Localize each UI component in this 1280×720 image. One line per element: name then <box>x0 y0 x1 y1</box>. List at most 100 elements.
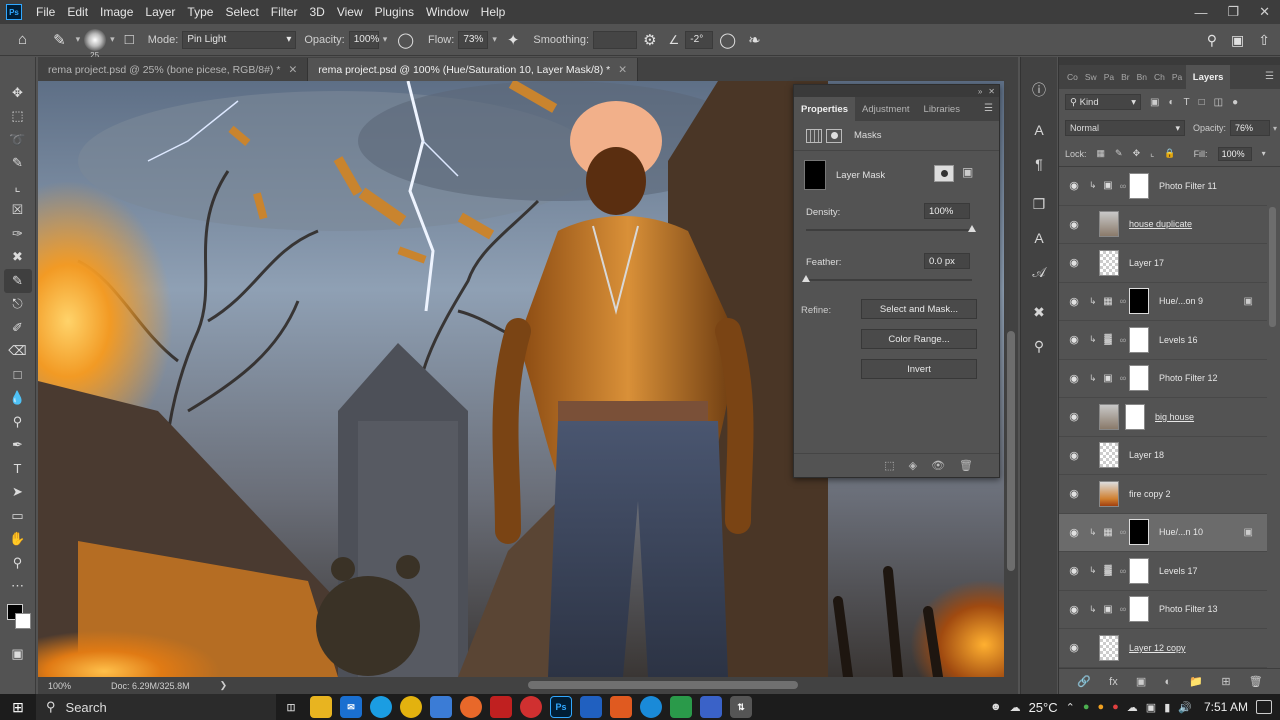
hue-icon[interactable]: ▦ <box>1099 296 1117 307</box>
app-icon[interactable] <box>670 696 692 718</box>
fill-input[interactable]: 100% <box>1217 146 1252 161</box>
layer-thumbnail[interactable] <box>1099 442 1119 469</box>
layer-row[interactable]: ◉ ↳ ▓ ∞ Levels 17 <box>1059 552 1267 591</box>
menu-3d[interactable]: 3D <box>303 5 330 19</box>
gear-icon[interactable]: ⚙ <box>643 31 656 49</box>
layer-thumbnail[interactable] <box>1099 480 1119 507</box>
layer-thumbnail[interactable] <box>1129 288 1149 315</box>
lock-all-icon[interactable]: 🔒 <box>1164 148 1175 159</box>
display-icon[interactable]: ▣ <box>1146 701 1156 714</box>
layers-scrollbar[interactable] <box>1269 207 1276 327</box>
lasso-tool-icon[interactable]: ➰ <box>4 128 32 152</box>
lock-pixels-icon[interactable]: ✎ <box>1115 148 1123 159</box>
network-icon[interactable]: ☁ <box>1127 701 1138 714</box>
camera-icon[interactable]: ▣ <box>1099 180 1117 191</box>
path-select-tool-icon[interactable]: ➤ <box>4 481 32 505</box>
feather-slider-track[interactable] <box>802 275 972 282</box>
vertical-scrollbar[interactable] <box>1007 331 1015 571</box>
layer-row[interactable]: ◉ fire copy 2 <box>1059 475 1267 514</box>
copy-icon[interactable]: ❐ <box>1024 187 1054 221</box>
color-range-button[interactable]: Color Range... <box>861 329 977 349</box>
battery-icon[interactable]: ▮ <box>1164 701 1170 714</box>
tray-app-icon[interactable]: ● <box>1112 701 1119 713</box>
tray-app-icon[interactable]: ● <box>1097 701 1104 713</box>
hand-tool-icon[interactable]: ✋ <box>4 528 32 552</box>
layer-row[interactable]: ◉ ↳ ▦ ∞ Hue/...n 10 ▣ <box>1059 513 1267 552</box>
eye-icon[interactable]: ◉ <box>1059 179 1089 192</box>
new-group-icon[interactable]: 📁 <box>1189 675 1203 688</box>
layer-name[interactable]: Hue/...on 9 <box>1159 296 1203 306</box>
menu-window[interactable]: Window <box>420 5 475 19</box>
opacity-input[interactable]: 100% <box>348 30 379 49</box>
brush-preset-picker[interactable]: 25 <box>84 28 107 60</box>
layer-thumbnail[interactable] <box>1129 519 1149 546</box>
tab-color[interactable]: Co <box>1059 65 1081 89</box>
zoom-tool-icon[interactable]: ⚲ <box>4 551 32 575</box>
workspace-icon[interactable]: ▣ <box>1231 32 1244 49</box>
tab-brush-settings[interactable]: Bn <box>1133 65 1150 89</box>
layer-thumbnail[interactable] <box>1129 557 1149 584</box>
hue-icon[interactable]: ▦ <box>1099 527 1117 538</box>
clock[interactable]: 7:51 AM <box>1204 700 1248 714</box>
mode-select[interactable]: Pin Light ▾ <box>182 30 297 49</box>
type-tool-icon[interactable]: T <box>4 457 32 481</box>
store-icon[interactable] <box>430 696 452 718</box>
fx-icon[interactable]: fx <box>1109 676 1118 688</box>
menu-layer[interactable]: Layer <box>139 5 181 19</box>
tab-patterns[interactable]: Pa <box>1100 65 1117 89</box>
layer-name[interactable]: fire copy 2 <box>1129 489 1171 499</box>
tab-libraries[interactable]: Libraries <box>917 97 967 121</box>
lock-artboard-icon[interactable]: ⌞ <box>1150 148 1154 159</box>
eye-icon[interactable]: ◉ <box>1059 295 1089 308</box>
status-menu-chevron-icon[interactable]: ❯ <box>220 680 228 691</box>
angle-input[interactable]: -2° <box>685 30 714 49</box>
layer-mask-thumbnail[interactable] <box>1125 403 1145 430</box>
task-view-icon[interactable]: ◫ <box>280 696 302 718</box>
camera-icon[interactable]: ▣ <box>1099 373 1117 384</box>
background-color-swatch[interactable] <box>14 613 31 629</box>
character-icon[interactable]: A <box>1024 113 1054 147</box>
chevron-down-icon[interactable]: ▾ <box>110 34 115 45</box>
menu-view[interactable]: View <box>331 5 369 19</box>
eraser-tool-icon[interactable]: ⌫ <box>4 340 32 364</box>
stamp-tool-icon[interactable]: ⎋ <box>4 293 32 317</box>
panel-menu-icon[interactable]: ☰ <box>1265 71 1274 82</box>
filter-pixel-icon[interactable]: ▣ <box>1150 97 1159 108</box>
layer-row[interactable]: ◉ house duplicate <box>1059 206 1267 244</box>
move-tool-icon[interactable]: ✥ <box>4 81 32 105</box>
tab-brushes[interactable]: Br <box>1118 65 1134 89</box>
tab-paths[interactable]: Pa <box>1168 65 1185 89</box>
eye-icon[interactable]: ◉ <box>1059 564 1089 577</box>
density-slider-track[interactable] <box>806 225 976 232</box>
chain-link-icon[interactable]: ∞ <box>1117 604 1129 614</box>
layer-thumbnail[interactable] <box>1099 249 1119 276</box>
layer-name[interactable]: Levels 17 <box>1159 566 1198 576</box>
layer-name[interactable]: Layer 12 copy <box>1129 643 1186 653</box>
levels-icon[interactable]: ▓ <box>1099 565 1117 576</box>
eye-icon[interactable]: ◉ <box>1059 526 1089 539</box>
layer-thumbnail[interactable] <box>1099 211 1119 238</box>
layer-name[interactable]: Levels 16 <box>1159 335 1198 345</box>
healing-tool-icon[interactable]: ✖ <box>4 246 32 270</box>
layer-name[interactable]: Photo Filter 12 <box>1159 373 1218 383</box>
share-icon[interactable]: ⇧ <box>1258 32 1270 49</box>
app-icon[interactable]: ⇅ <box>730 696 752 718</box>
load-selection-icon[interactable]: ⬚ <box>884 459 894 472</box>
lock-transparent-icon[interactable]: ▦ <box>1097 148 1106 159</box>
eye-icon[interactable]: ◉ <box>1059 487 1089 500</box>
eye-icon[interactable]: ◉ <box>1059 372 1089 385</box>
chain-link-icon[interactable]: ∞ <box>1117 527 1129 537</box>
mask-properties-icon[interactable] <box>826 128 842 143</box>
blur-tool-icon[interactable]: 💧 <box>4 387 32 411</box>
filter-kind-select[interactable]: ⚲ Kind ▾ <box>1065 94 1141 110</box>
select-and-mask-button[interactable]: Select and Mask... <box>861 299 977 319</box>
tray-app-icon[interactable]: ● <box>1083 701 1090 713</box>
tab-swatches[interactable]: Sw <box>1081 65 1100 89</box>
zoom-level[interactable]: 100% <box>38 681 81 691</box>
mail-icon[interactable]: ✉ <box>340 696 362 718</box>
filter-shape-icon[interactable]: □ <box>1199 97 1205 108</box>
brush-tool-icon[interactable]: ✎ <box>3 269 32 293</box>
tools-icon[interactable]: ✖ <box>1024 295 1054 329</box>
eye-icon[interactable]: ◉ <box>1059 603 1089 616</box>
more-tools-icon[interactable]: ⋯ <box>4 575 32 599</box>
